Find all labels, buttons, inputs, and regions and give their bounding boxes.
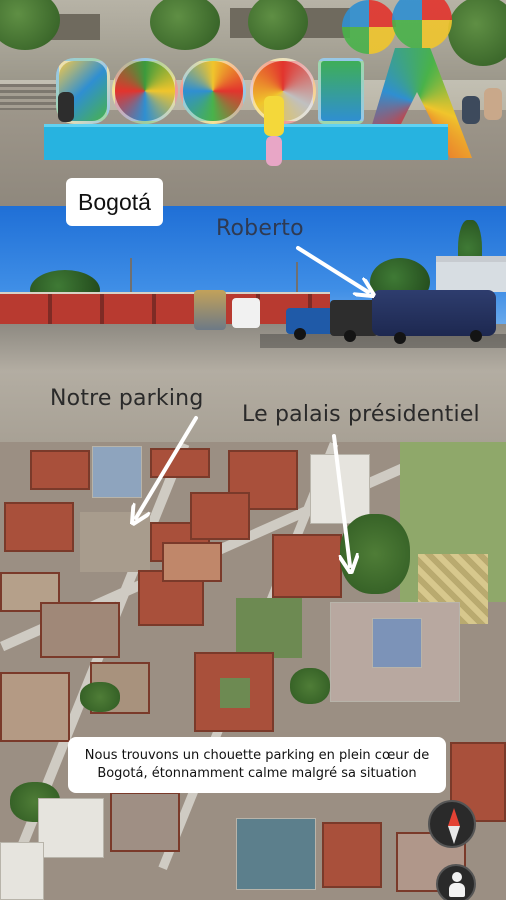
compass-north-needle (448, 808, 460, 826)
building-roof (272, 534, 342, 598)
building-roof (322, 822, 382, 888)
building-roof (38, 798, 104, 858)
blue-van (372, 290, 496, 336)
blue-pickup (286, 308, 336, 334)
building-roof (40, 602, 120, 658)
building-roof (190, 492, 250, 540)
person (266, 136, 282, 166)
story-caption: Nous trouvons un chouette parking en ple… (68, 737, 446, 793)
truck (194, 290, 226, 330)
parking-area (80, 512, 150, 572)
pinwheel-decoration (342, 0, 396, 54)
wheel (394, 332, 406, 344)
wheel (470, 330, 482, 342)
sign-letter-t (318, 58, 364, 124)
building (436, 256, 506, 292)
compass-icon[interactable] (428, 800, 476, 848)
wheel (344, 330, 356, 342)
person (264, 96, 284, 136)
sign-letter-g (180, 58, 246, 124)
instagram-story: Bogotá Roberto Notre parking Le palais p… (0, 0, 506, 900)
sign-letter-o (112, 58, 178, 124)
vehicle-label: Roberto (216, 216, 304, 241)
pegman-head (452, 872, 462, 882)
city-label: Bogotá (78, 188, 151, 215)
person (58, 92, 74, 122)
wheel (294, 328, 306, 340)
trees (290, 668, 330, 704)
pegman-body (449, 883, 465, 897)
building-roof (30, 450, 90, 490)
satellite-map[interactable] (0, 442, 506, 900)
building-roof (4, 502, 74, 552)
caption-line-1: Nous trouvons un chouette parking en ple… (84, 748, 430, 763)
caption-line-2: Bogotá, étonnamment calme malgré sa situ… (97, 766, 417, 781)
palace-courtyard (372, 618, 422, 668)
building-roof (162, 542, 222, 582)
street-view-pegman-icon[interactable] (436, 864, 476, 900)
person (462, 96, 480, 124)
palace-label: Le palais présidentiel (242, 402, 480, 427)
parking-label: Notre parking (50, 386, 204, 411)
building-roof (0, 842, 44, 900)
courtyard (236, 598, 302, 658)
city-label-sticker: Bogotá (66, 178, 163, 226)
trees (340, 514, 410, 594)
trees (80, 682, 120, 712)
building-roof (0, 672, 70, 742)
red-wall (0, 294, 330, 326)
building-roof (150, 448, 210, 478)
building-roof (92, 446, 142, 498)
building-roof (110, 792, 180, 852)
white-van (232, 298, 260, 328)
person (484, 88, 502, 120)
building-roof (310, 454, 370, 524)
courtyard (220, 678, 250, 708)
bogota-sign-photo (0, 0, 506, 206)
sign-base (44, 124, 448, 160)
building-roof (236, 818, 316, 890)
compass-south-needle (448, 826, 460, 844)
